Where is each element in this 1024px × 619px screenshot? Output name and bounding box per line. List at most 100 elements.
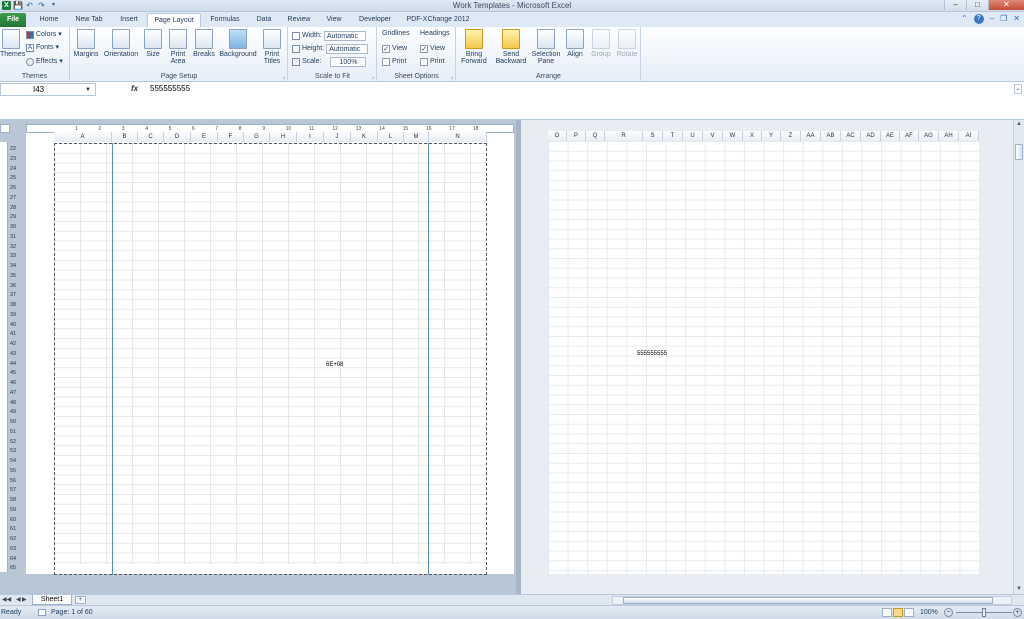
name-box[interactable]: I43 ▼: [0, 83, 96, 96]
column-header-u[interactable]: U: [683, 131, 703, 141]
macro-record-icon[interactable]: [38, 609, 46, 616]
size-button[interactable]: Size: [143, 29, 163, 58]
headings-print-checkbox[interactable]: [420, 57, 428, 66]
row-header-52[interactable]: 52: [10, 438, 22, 448]
tab-review[interactable]: Review: [283, 13, 315, 27]
themes-button[interactable]: Themes: [0, 29, 25, 58]
column-header-x[interactable]: X: [743, 131, 762, 141]
help-icon[interactable]: ?: [973, 14, 984, 24]
send-backward-button[interactable]: Send Backward: [493, 29, 529, 65]
tab-pdf-xchange[interactable]: PDF-XChange 2012: [402, 13, 474, 27]
page-break-preview-icon[interactable]: [904, 608, 914, 617]
background-button[interactable]: Background: [218, 29, 258, 58]
row-header-47[interactable]: 47: [10, 389, 22, 399]
column-header-v[interactable]: V: [703, 131, 723, 141]
row-header-49[interactable]: 49: [10, 408, 22, 418]
dialog-launcher-icon[interactable]: ⌟: [371, 73, 374, 80]
column-header-b[interactable]: B: [112, 132, 138, 142]
prev-sheet-icon[interactable]: ◀: [16, 595, 21, 605]
tab-formulas[interactable]: Formulas: [205, 13, 245, 27]
row-header-22[interactable]: 22: [10, 145, 22, 155]
column-header-ab[interactable]: AB: [821, 131, 841, 141]
column-header-ag[interactable]: AG: [919, 131, 939, 141]
row-header-33[interactable]: 33: [10, 252, 22, 262]
row-header-28[interactable]: 28: [10, 204, 22, 214]
print-area-button[interactable]: Print Area: [166, 29, 190, 65]
gridlines-view-option[interactable]: ✓ View: [382, 43, 407, 54]
row-header-59[interactable]: 59: [10, 506, 22, 516]
minimize-button[interactable]: –: [944, 0, 966, 10]
tab-file[interactable]: File: [0, 13, 26, 27]
gridlines-view-checkbox[interactable]: ✓: [382, 44, 390, 53]
column-header-w[interactable]: W: [723, 131, 743, 141]
horizontal-scrollbar[interactable]: [612, 596, 1012, 605]
breaks-button[interactable]: Breaks: [192, 29, 216, 58]
zoom-level[interactable]: 100%: [920, 606, 938, 619]
row-header-48[interactable]: 48: [10, 399, 22, 409]
row-header-38[interactable]: 38: [10, 301, 22, 311]
column-header-d[interactable]: D: [164, 132, 191, 142]
row-header-27[interactable]: 27: [10, 194, 22, 204]
column-header-k[interactable]: K: [351, 132, 378, 142]
row-header-45[interactable]: 45: [10, 369, 22, 379]
row-header-31[interactable]: 31: [10, 233, 22, 243]
scroll-down-icon[interactable]: ▼: [1014, 585, 1024, 594]
scroll-up-icon[interactable]: ▲: [1014, 120, 1024, 129]
headings-print-option[interactable]: Print: [420, 56, 444, 67]
close-button[interactable]: ✕: [988, 0, 1024, 10]
vertical-ruler[interactable]: [0, 142, 8, 572]
column-header-p[interactable]: P: [567, 131, 586, 141]
tab-data[interactable]: Data: [250, 13, 278, 27]
formula-input[interactable]: 555555555: [150, 84, 190, 93]
row-header-25[interactable]: 25: [10, 174, 22, 184]
cell-r43[interactable]: 555555555: [637, 351, 667, 357]
vertical-scroll-thumb[interactable]: [1015, 144, 1023, 160]
tab-new-tab[interactable]: New Tab: [70, 13, 108, 27]
row-header-44[interactable]: 44: [10, 360, 22, 370]
column-header-r[interactable]: R: [605, 131, 643, 141]
column-header-i[interactable]: I: [297, 132, 324, 142]
column-header-ac[interactable]: AC: [841, 131, 861, 141]
column-header-m[interactable]: M: [404, 132, 429, 142]
row-header-63[interactable]: 63: [10, 545, 22, 555]
bring-forward-button[interactable]: Bring Forward: [457, 29, 491, 65]
tab-insert[interactable]: Insert: [112, 13, 146, 27]
effects-button[interactable]: Effects ▾: [26, 56, 63, 67]
scale-stepper[interactable]: 100%: [330, 56, 367, 67]
workbook-minimize-icon[interactable]: –: [990, 14, 994, 24]
column-header-ai[interactable]: AI: [959, 131, 979, 141]
expand-formula-bar-icon[interactable]: ⌄: [1014, 84, 1022, 94]
column-header-j[interactable]: J: [324, 132, 351, 142]
workbook-restore-icon[interactable]: ❐: [1000, 14, 1007, 24]
page-2[interactable]: 555555555: [548, 141, 979, 574]
row-header-64[interactable]: 64: [10, 555, 22, 565]
zoom-in-icon[interactable]: +: [1013, 608, 1022, 617]
column-header-ad[interactable]: AD: [861, 131, 881, 141]
row-header-43[interactable]: 43: [10, 350, 22, 360]
column-header-af[interactable]: AF: [900, 131, 919, 141]
print-titles-button[interactable]: Print Titles: [261, 29, 283, 65]
group-button[interactable]: Group: [589, 29, 613, 58]
tab-home[interactable]: Home: [32, 13, 66, 27]
row-header-40[interactable]: 40: [10, 321, 22, 331]
row-header-62[interactable]: 62: [10, 535, 22, 545]
row-header-39[interactable]: 39: [10, 311, 22, 321]
insert-function-icon[interactable]: fx: [131, 84, 138, 93]
zoom-slider-thumb[interactable]: [982, 608, 986, 617]
colors-button[interactable]: Colors ▾: [26, 29, 62, 40]
row-header-34[interactable]: 34: [10, 262, 22, 272]
chevron-down-icon[interactable]: ▼: [85, 84, 91, 96]
sheet-tab-sheet1[interactable]: Sheet1: [32, 595, 72, 605]
column-header-l[interactable]: L: [378, 132, 404, 142]
gridlines-print-option[interactable]: Print: [382, 56, 406, 67]
margins-button[interactable]: Margins: [71, 29, 101, 58]
row-header-37[interactable]: 37: [10, 291, 22, 301]
first-sheet-icon[interactable]: ◀◀: [2, 595, 11, 605]
height-select[interactable]: Automatic: [326, 43, 369, 54]
column-header-s[interactable]: S: [643, 131, 663, 141]
horizontal-scroll-thumb[interactable]: [623, 597, 993, 604]
row-header-58[interactable]: 58: [10, 496, 22, 506]
column-header-c[interactable]: C: [138, 132, 164, 142]
column-header-q[interactable]: Q: [586, 131, 605, 141]
gridlines-print-checkbox[interactable]: [382, 57, 390, 66]
